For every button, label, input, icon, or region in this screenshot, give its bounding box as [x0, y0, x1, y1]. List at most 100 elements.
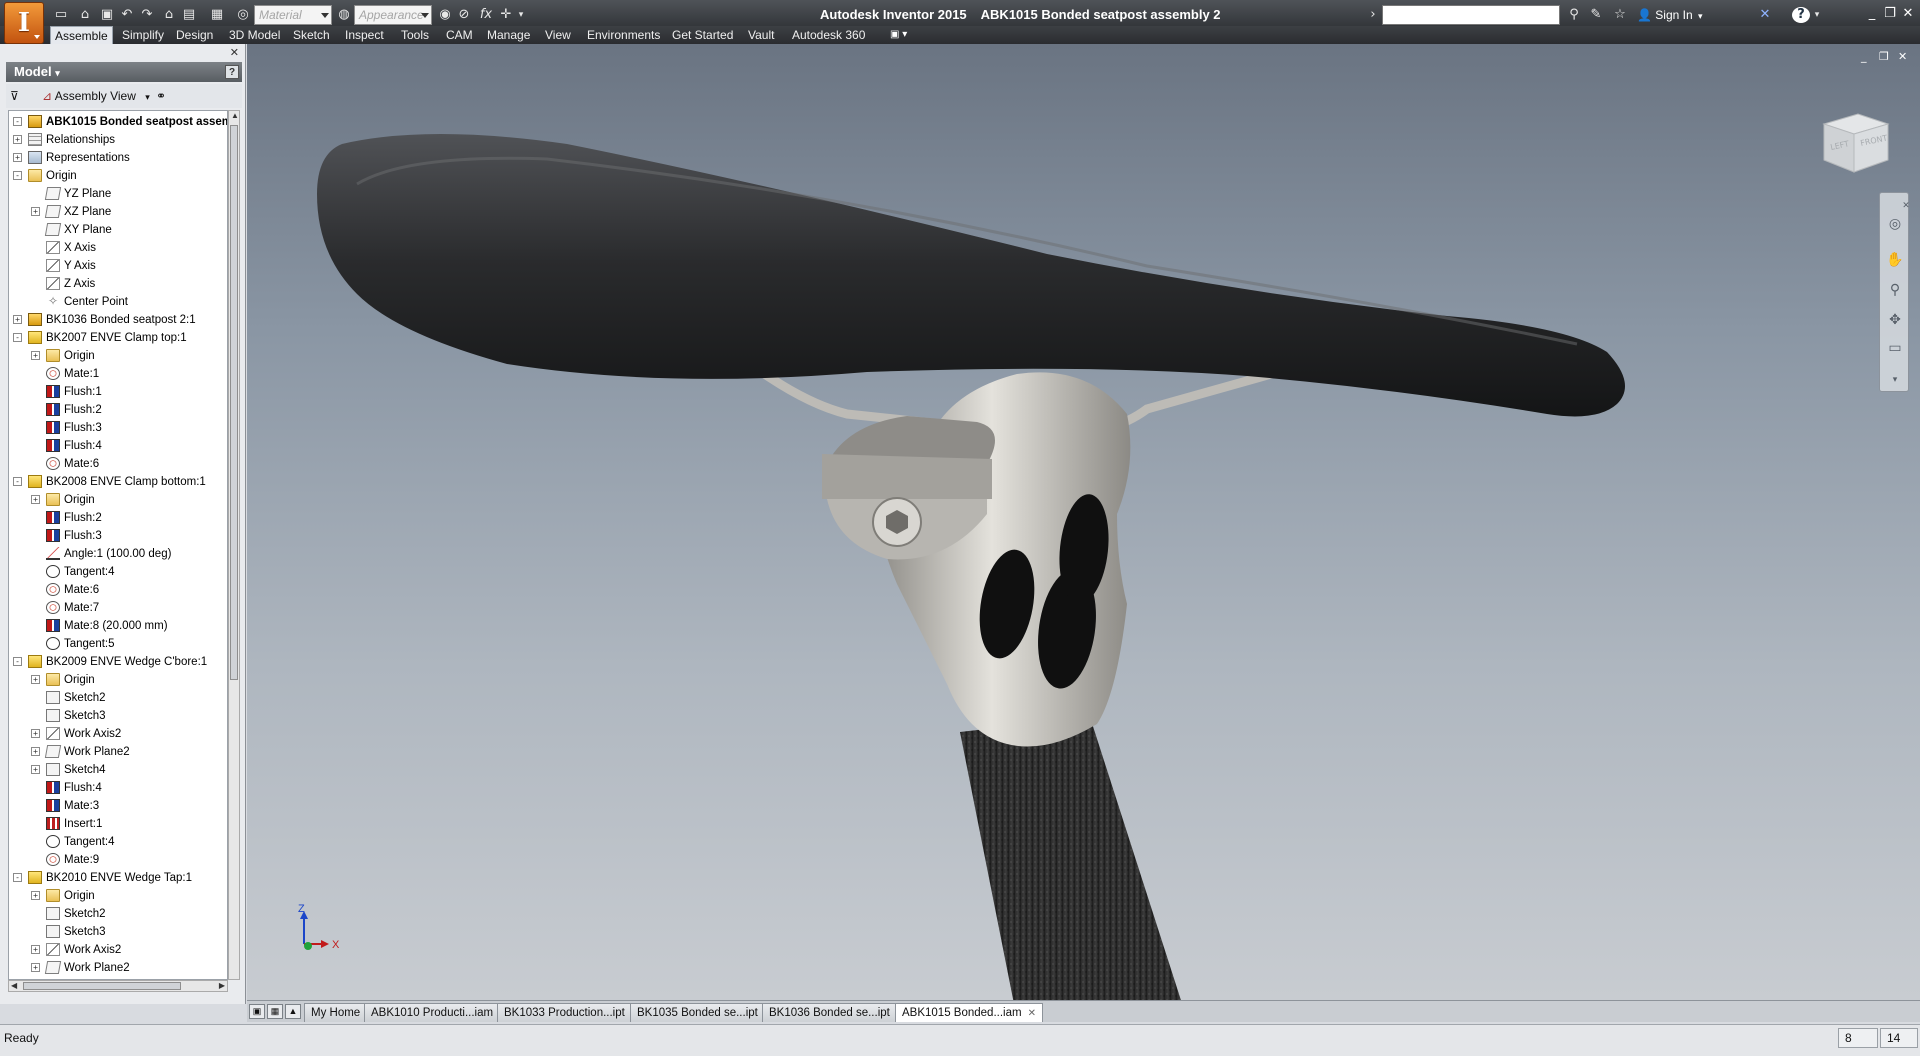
tree-node[interactable]: Flush:4: [9, 779, 227, 797]
tab-assemble[interactable]: Assemble: [50, 26, 113, 44]
collapse-icon[interactable]: -: [13, 873, 22, 882]
tree-node[interactable]: - Origin: [9, 167, 227, 185]
seatpost-3d-model[interactable]: [247, 44, 1920, 1000]
restore-icon[interactable]: ❐: [1879, 50, 1889, 63]
clear-appearance-icon[interactable]: ⊘: [456, 6, 472, 24]
sign-in-button[interactable]: 👤 Sign In ▾: [1637, 6, 1703, 25]
tree-node[interactable]: Sketch3: [9, 707, 227, 725]
tree-node[interactable]: Flush:2: [9, 509, 227, 527]
close-icon[interactable]: ✕: [1900, 4, 1916, 24]
tree-node[interactable]: Tangent:5: [9, 635, 227, 653]
material-dropdown[interactable]: Material: [254, 5, 332, 25]
collapse-icon[interactable]: -: [13, 477, 22, 486]
tree-node[interactable]: - BK2008 ENVE Clamp bottom:1: [9, 473, 227, 491]
tab-manage[interactable]: Manage: [483, 26, 534, 44]
adjust-appearance-icon[interactable]: ◉: [437, 6, 453, 24]
help-search-input[interactable]: [1382, 5, 1560, 25]
find-binoculars-icon[interactable]: ⚭: [156, 88, 166, 104]
tree-node[interactable]: + Origin: [9, 491, 227, 509]
tree-node[interactable]: Sketch2: [9, 905, 227, 923]
tree-node[interactable]: + Work Plane2: [9, 959, 227, 977]
tab-tools[interactable]: Tools: [397, 26, 433, 44]
tile-windows-icon[interactable]: ▣: [249, 1004, 265, 1019]
scrollbar-thumb[interactable]: [23, 982, 181, 990]
tree-node[interactable]: - ABK1015 Bonded seatpost assembly 2: [9, 113, 227, 131]
tree-node[interactable]: Mate:9: [9, 851, 227, 869]
tree-node[interactable]: + Relationships: [9, 131, 227, 149]
close-icon[interactable]: ✕: [1898, 50, 1907, 63]
subscription-icon[interactable]: ✎: [1588, 6, 1604, 24]
tree-node[interactable]: Flush:2: [9, 401, 227, 419]
tree-node[interactable]: Flush:3: [9, 419, 227, 437]
home-icon[interactable]: ⌂: [160, 6, 178, 24]
view-face-icon[interactable]: ▭: [1886, 339, 1904, 357]
search-icon[interactable]: ⚲: [1566, 6, 1582, 24]
viewcube[interactable]: LEFT FRONT: [1814, 102, 1894, 182]
tree-node[interactable]: Z Axis: [9, 275, 227, 293]
doc-tab-abk1010[interactable]: ABK1010 Producti...iam: [364, 1003, 501, 1022]
tree-node[interactable]: + Work Plane2: [9, 743, 227, 761]
appearance-dropdown[interactable]: Appearance: [354, 5, 432, 25]
tree-node[interactable]: + Origin: [9, 347, 227, 365]
help-icon[interactable]: ?: [1792, 7, 1810, 23]
doc-tab-bk1036[interactable]: BK1036 Bonded se...ipt: [762, 1003, 897, 1022]
tree-node[interactable]: Sketch2: [9, 689, 227, 707]
expand-icon[interactable]: +: [31, 675, 40, 684]
expand-icon[interactable]: +: [31, 351, 40, 360]
undo-icon[interactable]: ↶: [118, 6, 136, 24]
expand-icon[interactable]: +: [13, 153, 22, 162]
tab-vault[interactable]: Vault: [744, 26, 778, 44]
tree-node[interactable]: Sketch3: [9, 923, 227, 941]
chevron-down-icon[interactable]: ▾: [1812, 6, 1822, 24]
tab-environments[interactable]: Environments: [583, 26, 664, 44]
assembly-view-dropdown[interactable]: ⊿ Assembly View ▾: [42, 88, 150, 105]
minimize-icon[interactable]: _: [1861, 50, 1867, 63]
tree-node[interactable]: - BK2009 ENVE Wedge C'bore:1: [9, 653, 227, 671]
tab-sketch[interactable]: Sketch: [289, 26, 334, 44]
expand-icon[interactable]: +: [31, 963, 40, 972]
collapse-icon[interactable]: -: [13, 117, 22, 126]
expand-icon[interactable]: +: [13, 315, 22, 324]
tree-node[interactable]: + Work Axis2: [9, 725, 227, 743]
restore-icon[interactable]: ❐: [1882, 4, 1898, 24]
parameters-fx-icon[interactable]: fx: [478, 6, 494, 24]
tree-node[interactable]: Mate:6: [9, 581, 227, 599]
chevron-down-icon[interactable]: ▾: [1886, 371, 1904, 389]
tab-cam[interactable]: CAM: [442, 26, 477, 44]
steering-wheel-icon[interactable]: ◎: [1886, 215, 1904, 233]
close-icon[interactable]: ✕: [1902, 197, 1910, 215]
tree-node[interactable]: Flush:4: [9, 437, 227, 455]
tab-3d-model[interactable]: 3D Model: [225, 26, 284, 44]
redo-icon[interactable]: ↷: [138, 6, 156, 24]
project-icon[interactable]: ▤: [180, 6, 198, 24]
cascade-windows-icon[interactable]: ▦: [267, 1004, 283, 1019]
update-icon[interactable]: ◎: [234, 6, 252, 24]
tree-node[interactable]: + Work Axis2: [9, 941, 227, 959]
expand-icon[interactable]: +: [31, 891, 40, 900]
collapse-icon[interactable]: -: [13, 333, 22, 342]
expand-icon[interactable]: +: [31, 495, 40, 504]
scrollbar-thumb[interactable]: [230, 125, 238, 680]
new-file-icon[interactable]: ▭: [52, 6, 70, 24]
tree-node[interactable]: YZ Plane: [9, 185, 227, 203]
tree-node[interactable]: - BK2010 ENVE Wedge Tap:1: [9, 869, 227, 887]
tab-view[interactable]: View: [541, 26, 575, 44]
tree-node[interactable]: + XZ Plane: [9, 203, 227, 221]
doc-tab-bk1035[interactable]: BK1035 Bonded se...ipt: [630, 1003, 765, 1022]
tree-horizontal-scrollbar[interactable]: ◀ ▶: [8, 980, 228, 992]
tree-node[interactable]: - BK2007 ENVE Clamp top:1: [9, 329, 227, 347]
tab-simplify[interactable]: Simplify: [118, 26, 168, 44]
tab-design[interactable]: Design: [172, 26, 217, 44]
tree-node[interactable]: Flush:1: [9, 383, 227, 401]
scroll-right-icon[interactable]: ▶: [219, 981, 225, 990]
tree-node[interactable]: Angle:1 (100.00 deg): [9, 545, 227, 563]
expand-icon[interactable]: +: [31, 747, 40, 756]
filter-icon[interactable]: ⊽: [10, 88, 19, 104]
pan-hand-icon[interactable]: ✋: [1886, 251, 1904, 269]
expand-icon[interactable]: +: [31, 207, 40, 216]
scroll-up-icon[interactable]: ▲: [231, 111, 239, 120]
search-expand-icon[interactable]: ›: [1367, 6, 1379, 24]
tree-vertical-scrollbar[interactable]: ▲: [228, 110, 240, 980]
open-documents-icon[interactable]: ▲: [285, 1004, 301, 1019]
ribbon-display-toggle-icon[interactable]: ▣ ▾: [890, 29, 914, 41]
